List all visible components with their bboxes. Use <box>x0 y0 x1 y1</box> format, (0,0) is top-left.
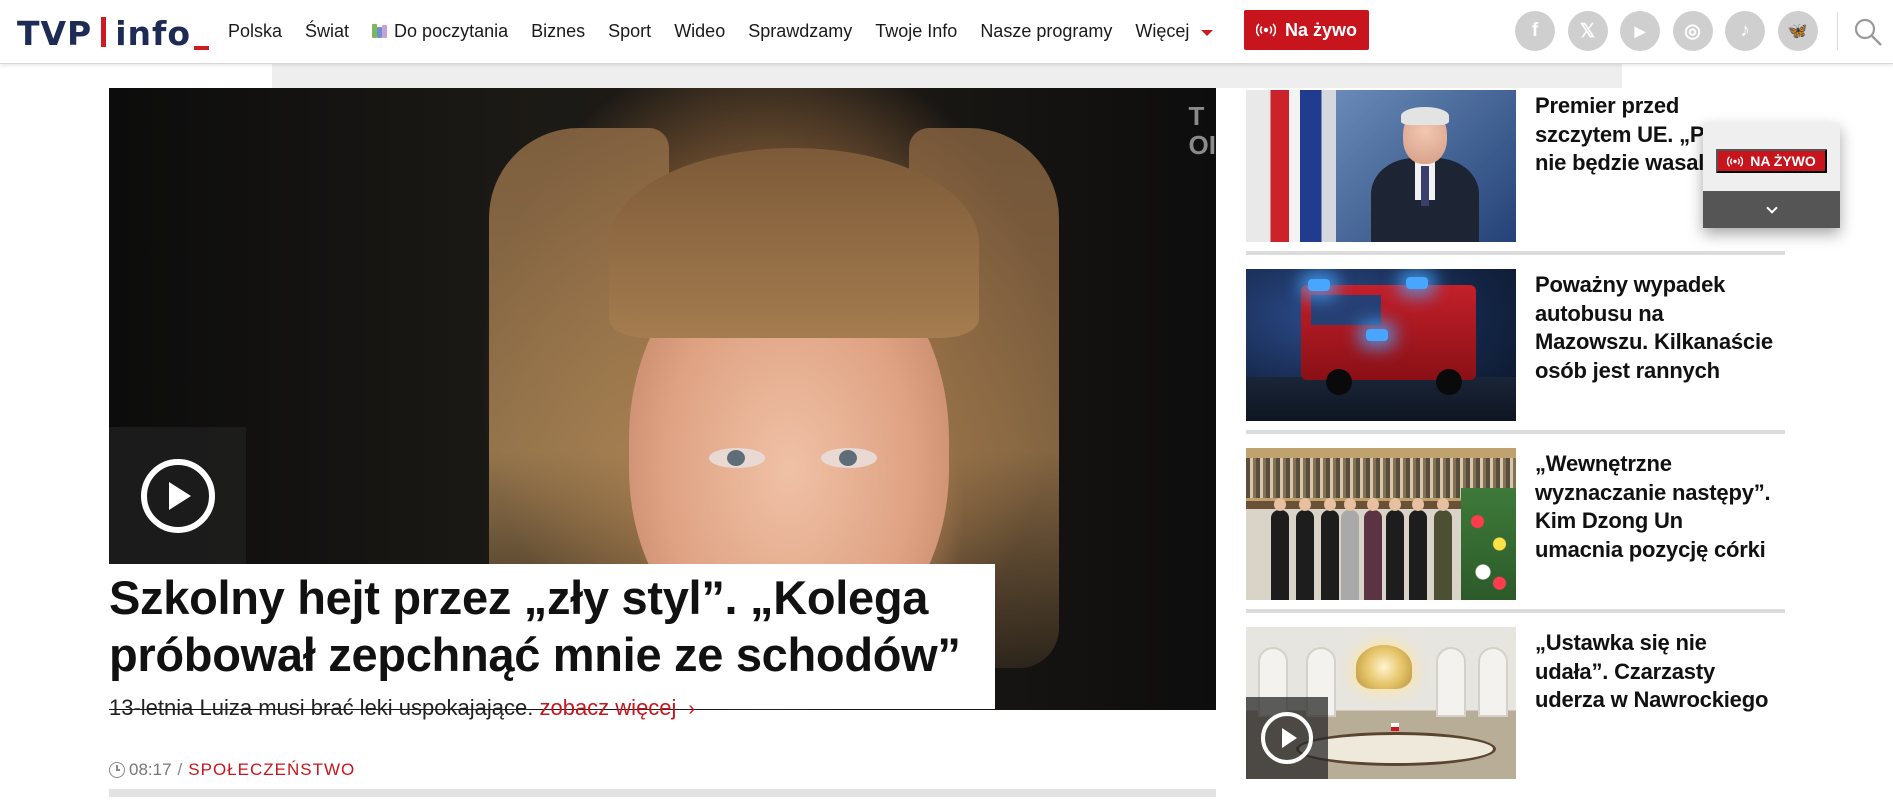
live-widget-label: NA ŻYWO <box>1750 153 1816 169</box>
nav-label: Twoje Info <box>875 20 958 41</box>
article-thumbnail <box>1246 269 1516 421</box>
video-play-button[interactable] <box>1246 697 1328 779</box>
nav-item-do-poczytania[interactable]: Do poczytania <box>372 21 508 42</box>
meta-separator: / <box>177 760 183 779</box>
nav-label: Wideo <box>674 20 726 41</box>
nav-label: Polska <box>228 20 283 41</box>
read-more-link[interactable]: zobacz więcej <box>539 695 676 720</box>
hero-title-box: Szkolny hejt przez „zły styl”. „Kolega p… <box>90 564 995 709</box>
ad-strip <box>272 64 1622 88</box>
chevron-right-icon: › <box>688 698 696 720</box>
nav-item-sprawdzamy[interactable]: Sprawdzamy <box>748 21 852 42</box>
hero-title[interactable]: Szkolny hejt przez „zły styl”. „Kolega p… <box>109 569 995 683</box>
live-button[interactable]: Na żywo <box>1244 10 1369 50</box>
tvp-info-logo[interactable]: TVP info <box>17 12 210 53</box>
facebook-icon[interactable]: f <box>1515 11 1555 51</box>
publish-time: 08:17 <box>129 760 172 779</box>
video-watermark: T OI <box>1188 101 1216 160</box>
expand-toggle[interactable] <box>1703 191 1840 228</box>
play-icon <box>1261 712 1313 764</box>
caret-down-icon <box>1201 29 1214 36</box>
sidebar-article[interactable]: „Ustawka się nie udała”. Czarzasty uderz… <box>1246 627 1785 779</box>
logo-tvp: TVP <box>17 14 93 53</box>
logo-underscore <box>194 46 210 50</box>
article-thumbnail <box>1246 627 1516 779</box>
hero-play-button[interactable] <box>109 427 246 564</box>
nav-item-more[interactable]: Więcej <box>1135 20 1214 42</box>
nav-label: Sprawdzamy <box>748 20 853 41</box>
nav-label: Biznes <box>531 20 586 41</box>
hero-image-part <box>821 448 877 468</box>
nav-item-swiat[interactable]: Świat <box>305 21 349 42</box>
books-icon <box>372 24 388 38</box>
nav-label: Nasze programy <box>980 20 1113 41</box>
list-divider <box>1246 251 1785 255</box>
social-links: f 𝕏 ▶ ◎ ♪ 🦋 <box>1515 11 1830 51</box>
article-thumbnail <box>1246 90 1516 242</box>
article-title: „Wewnętrzne wyznaczanie następy”. Kim Dz… <box>1535 451 1771 562</box>
play-icon <box>140 458 215 533</box>
nav-label: Do poczytania <box>394 20 509 41</box>
x-icon[interactable]: 𝕏 <box>1567 11 1608 51</box>
main-nav: Polska Świat Do poczytania Biznes Sport … <box>228 0 1236 62</box>
clock-icon <box>109 762 125 778</box>
chevron-down-icon <box>1765 201 1778 214</box>
nav-label: Sport <box>608 20 652 41</box>
live-widget: NA ŻYWO <box>1703 123 1840 228</box>
nav-item-wideo[interactable]: Wideo <box>674 21 725 42</box>
live-widget-button[interactable]: NA ŻYWO <box>1716 149 1827 173</box>
hero-image-part <box>609 148 979 338</box>
broadcast-icon <box>1727 155 1744 167</box>
article-title: „Ustawka się nie udała”. Czarzasty uderz… <box>1535 630 1769 712</box>
hero-lead-text: 13-letnia Luiza musi brać leki uspokajaj… <box>109 695 534 720</box>
sidebar-article[interactable]: „Wewnętrzne wyznaczanie następy”. Kim Dz… <box>1246 448 1785 600</box>
nav-item-biznes[interactable]: Biznes <box>531 21 585 42</box>
list-divider <box>1246 430 1785 434</box>
nav-item-twoje-info[interactable]: Twoje Info <box>875 21 957 42</box>
nav-item-polska[interactable]: Polska <box>228 21 282 42</box>
sidebar-article[interactable]: Poważny wypadek autobusu na Mazowszu. Ki… <box>1246 269 1785 421</box>
nav-label: Więcej <box>1135 20 1190 41</box>
hero-meta: 08:17 / SPOŁECZEŃSTWO <box>109 760 355 780</box>
logo-info: info <box>115 14 192 53</box>
nav-item-sport[interactable]: Sport <box>608 21 651 42</box>
category-link[interactable]: SPOŁECZEŃSTWO <box>188 760 355 780</box>
instagram-icon[interactable]: ◎ <box>1672 11 1713 51</box>
nav-item-nasze-programy[interactable]: Nasze programy <box>980 21 1112 42</box>
article-title: Poważny wypadek autobusu na Mazowszu. Ki… <box>1535 272 1773 383</box>
search-icon[interactable] <box>1853 17 1883 47</box>
hero-divider <box>109 789 1216 797</box>
youtube-icon[interactable]: ▶ <box>1620 11 1660 51</box>
live-button-label: Na żywo <box>1284 19 1358 40</box>
list-divider <box>1246 609 1785 613</box>
logo-divider <box>101 17 107 47</box>
header-divider <box>1837 12 1838 50</box>
article-thumbnail <box>1246 448 1516 600</box>
broadcast-icon <box>1255 23 1276 37</box>
tiktok-icon[interactable]: ♪ <box>1725 11 1765 51</box>
hero-lead: 13-letnia Luiza musi brać leki uspokajaj… <box>109 695 695 721</box>
nav-label: Świat <box>305 20 350 41</box>
bluesky-icon[interactable]: 🦋 <box>1777 11 1818 51</box>
site-header: TVP info Polska Świat Do poczytania Bizne… <box>0 0 1893 64</box>
hero-image-part <box>709 448 765 468</box>
